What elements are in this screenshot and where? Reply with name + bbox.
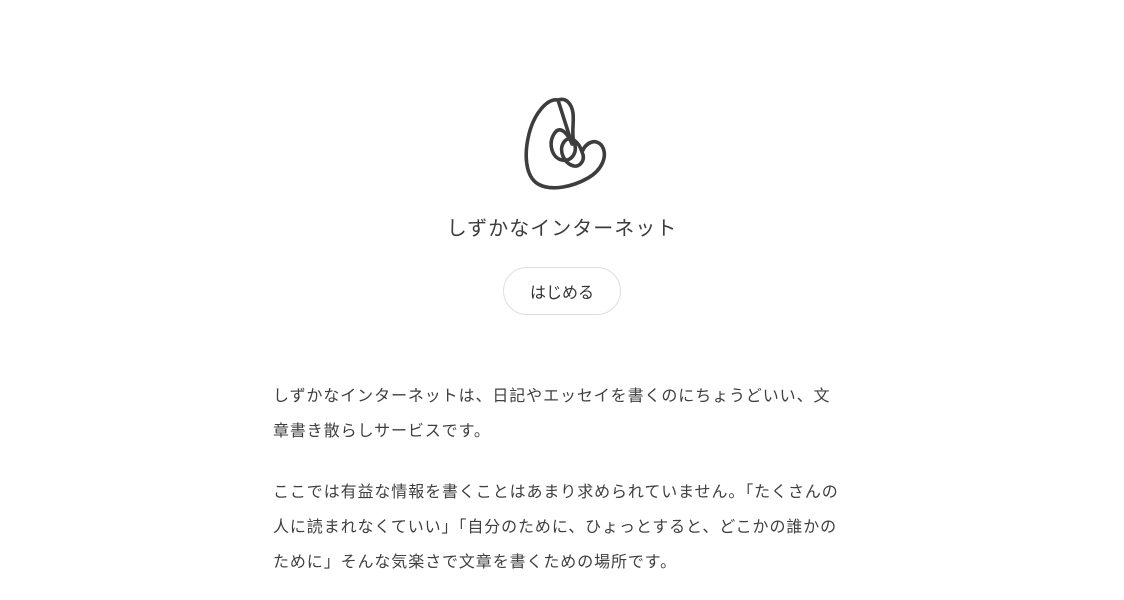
intro-text: しずかなインターネットは、日記やエッセイを書くのにちょうどいい、文章書き散らしサ… <box>273 378 845 600</box>
scribble-logo-icon <box>524 97 607 190</box>
start-button[interactable]: はじめる <box>503 267 621 315</box>
intro-paragraph-1: しずかなインターネットは、日記やエッセイを書くのにちょうどいい、文章書き散らしサ… <box>273 386 831 440</box>
site-title: しずかなインターネット <box>446 216 678 240</box>
intro-paragraph-2: ここでは有益な情報を書くことはあまり求められていません。「たくさんの人に読まれな… <box>273 482 839 571</box>
landing-page: しずかなインターネット はじめる しずかなインターネットは、日記やエッセイを書く… <box>0 0 1124 600</box>
